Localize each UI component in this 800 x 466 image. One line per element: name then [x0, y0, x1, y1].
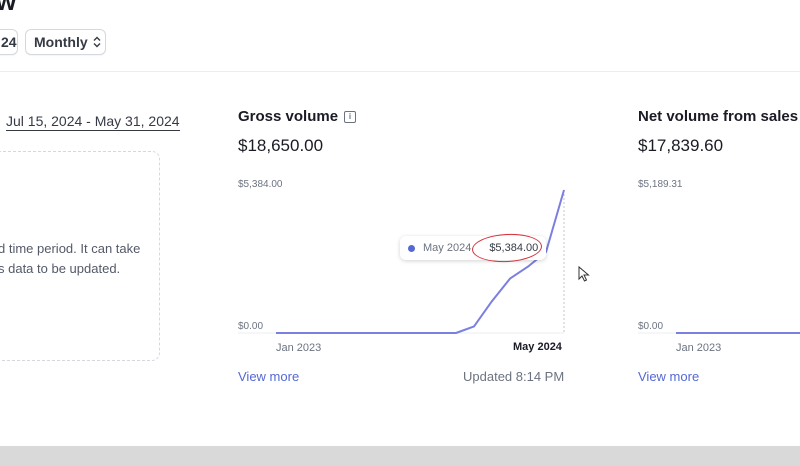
net-volume-chart	[638, 332, 800, 334]
bottom-bar	[0, 446, 800, 466]
net-volume-view-more[interactable]: View more	[638, 369, 699, 384]
mouse-cursor-icon	[578, 265, 590, 282]
net-volume-x-start: Jan 2023	[676, 342, 722, 354]
